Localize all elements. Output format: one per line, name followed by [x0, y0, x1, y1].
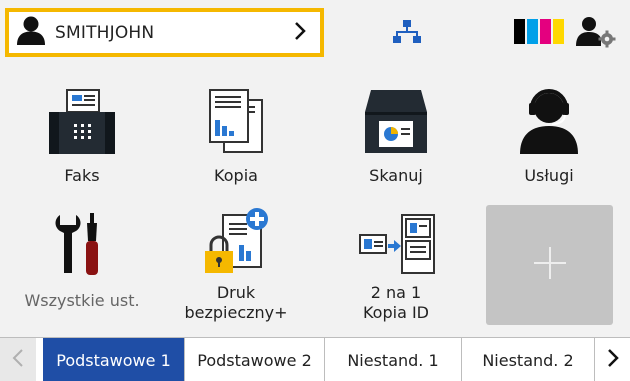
chevron-left-icon — [12, 348, 24, 372]
ink-magenta — [540, 19, 551, 44]
ink-yellow — [553, 19, 564, 44]
ink-cyan — [527, 19, 538, 44]
fax-icon — [12, 78, 152, 156]
copy-label: Kopia — [214, 166, 258, 185]
user-name-label: SMITHJOHN — [55, 22, 155, 43]
tab-podstawowe-2[interactable]: Podstawowe 2 — [184, 338, 324, 381]
copy-tile[interactable]: Kopia — [166, 78, 306, 198]
tab-podstawowe-1[interactable]: Podstawowe 1 — [43, 338, 184, 381]
tab-niestand-1[interactable]: Niestand. 1 — [324, 338, 461, 381]
chevron-right-icon — [294, 21, 306, 45]
ink-black — [514, 19, 525, 44]
secure-print-icon — [166, 205, 306, 277]
all-settings-label: Wszystkie ust. — [24, 291, 140, 310]
all-settings-tile[interactable]: Wszystkie ust. — [12, 205, 152, 325]
user-icon — [15, 16, 47, 50]
plus-icon — [532, 245, 568, 285]
scan-label: Skanuj — [369, 166, 423, 185]
tab-niestand-2[interactable]: Niestand. 2 — [461, 338, 594, 381]
id-copy-icon — [326, 205, 466, 277]
status-bar: SMITHJOHN — [0, 0, 630, 62]
user-settings-icon[interactable] — [576, 16, 616, 52]
id-copy-label: 2 na 1 Kopia ID — [362, 283, 429, 322]
secure-print-tile[interactable]: Druk bezpieczny+ — [166, 205, 306, 325]
services-tile[interactable]: Usługi — [479, 78, 619, 198]
scan-tile[interactable]: Skanuj — [326, 78, 466, 198]
user-account-button[interactable]: SMITHJOHN — [5, 8, 324, 57]
chevron-right-icon — [607, 348, 619, 372]
network-icon[interactable] — [393, 20, 421, 48]
secure-print-label: Druk bezpieczny+ — [184, 283, 288, 322]
ink-levels-icon[interactable] — [514, 19, 564, 44]
copy-icon — [166, 78, 306, 156]
services-label: Usługi — [524, 166, 574, 185]
add-shortcut-button[interactable] — [486, 205, 613, 325]
fax-tile[interactable]: Faks — [12, 78, 152, 198]
tab-scroll-right-button[interactable] — [594, 338, 630, 381]
headset-support-icon — [479, 78, 619, 156]
home-tabs: Podstawowe 1 Podstawowe 2 Niestand. 1 Ni… — [0, 337, 630, 381]
scan-icon — [326, 78, 466, 156]
fax-label: Faks — [64, 166, 100, 185]
id-copy-tile[interactable]: 2 na 1 Kopia ID — [326, 205, 466, 325]
tab-scroll-left-button[interactable] — [0, 338, 36, 381]
tools-icon — [12, 205, 152, 277]
